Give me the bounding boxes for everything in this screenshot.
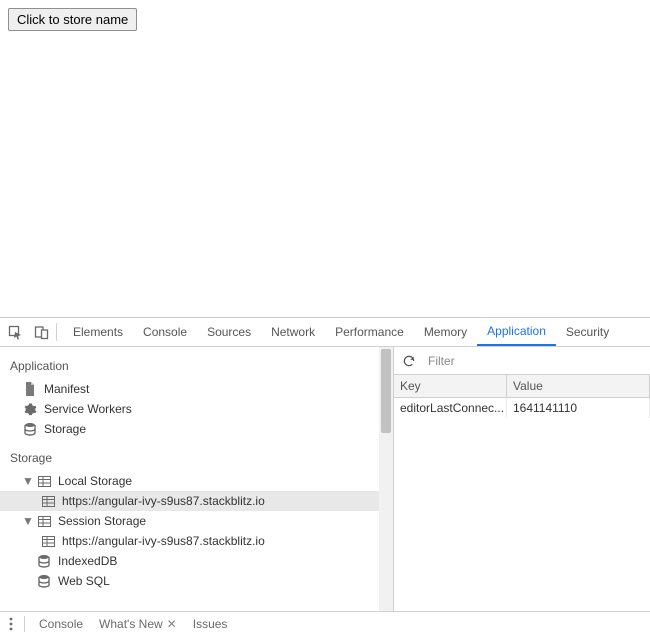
devtools-panel: Elements Console Sources Network Perform…	[0, 317, 650, 635]
table-icon	[40, 536, 56, 547]
drawer-tab-console[interactable]: Console	[31, 613, 91, 635]
sidebar-item-label: https://angular-ivy-s9us87.stackblitz.io	[62, 494, 265, 508]
section-title-storage: Storage	[0, 447, 393, 469]
sidebar-item-storage[interactable]: Storage	[0, 419, 393, 439]
tab-elements[interactable]: Elements	[63, 319, 133, 346]
table-icon	[36, 516, 52, 527]
tab-network[interactable]: Network	[261, 319, 325, 346]
sidebar-item-label: Session Storage	[58, 514, 146, 528]
sidebar-item-label: Service Workers	[44, 402, 132, 416]
sidebar-item-label: Storage	[44, 422, 86, 436]
sidebar-item-service-workers[interactable]: Service Workers	[0, 399, 393, 419]
separator	[56, 323, 57, 341]
column-value[interactable]: Value	[507, 375, 650, 397]
device-toolbar-icon[interactable]	[28, 319, 54, 345]
sidebar-item-label: Manifest	[44, 382, 89, 396]
chevron-down-icon: ▼	[22, 514, 34, 528]
section-title-application: Application	[0, 355, 393, 377]
drawer-tab-whats-new[interactable]: What's New ✕	[91, 613, 185, 635]
page-content: Click to store name	[0, 0, 650, 317]
filter-input[interactable]	[426, 349, 648, 373]
close-icon[interactable]: ✕	[167, 613, 177, 635]
sidebar-item-session-storage[interactable]: ▼ Session Storage	[0, 511, 393, 531]
store-name-button[interactable]: Click to store name	[8, 8, 137, 31]
kebab-menu-icon[interactable]	[0, 612, 22, 635]
cell-key: editorLastConnec...	[394, 398, 507, 418]
inspect-element-icon[interactable]	[2, 319, 28, 345]
devtools-body: Application Manifest Service Workers	[0, 347, 650, 611]
grid-header: Key Value	[394, 375, 650, 398]
file-icon	[22, 382, 38, 396]
cell-value: 1641141110	[507, 398, 650, 418]
scrollbar-thumb[interactable]	[381, 349, 391, 433]
devtools-tabstrip: Elements Console Sources Network Perform…	[0, 318, 650, 347]
application-tree: Manifest Service Workers Storage	[0, 379, 393, 439]
tab-memory[interactable]: Memory	[414, 319, 477, 346]
sidebar-item-local-storage-origin[interactable]: https://angular-ivy-s9us87.stackblitz.io	[0, 491, 393, 511]
sidebar-item-label: https://angular-ivy-s9us87.stackblitz.io	[62, 534, 265, 548]
devtools-drawer: Console What's New ✕ Issues	[0, 611, 650, 635]
gear-icon	[22, 403, 38, 416]
tab-application[interactable]: Application	[477, 318, 556, 346]
separator	[24, 616, 25, 632]
sidebar-item-label: Local Storage	[58, 474, 132, 488]
sidebar-item-indexeddb[interactable]: IndexedDB	[0, 551, 393, 571]
database-icon	[22, 423, 38, 436]
drawer-tab-issues[interactable]: Issues	[185, 613, 236, 635]
storage-detail-panel: Key Value editorLastConnec... 1641141110	[394, 347, 650, 611]
table-icon	[40, 496, 56, 507]
refresh-icon[interactable]	[396, 349, 422, 373]
tab-sources[interactable]: Sources	[197, 319, 261, 346]
sidebar-item-label: Web SQL	[58, 574, 110, 588]
table-icon	[36, 476, 52, 487]
tab-console[interactable]: Console	[133, 319, 197, 346]
storage-toolbar	[394, 347, 650, 375]
sidebar-item-websql[interactable]: Web SQL	[0, 571, 393, 591]
database-icon	[36, 575, 52, 588]
chevron-down-icon: ▼	[22, 474, 34, 488]
drawer-tab-label: What's New	[99, 613, 163, 635]
application-sidebar: Application Manifest Service Workers	[0, 347, 394, 611]
tab-security[interactable]: Security	[556, 319, 619, 346]
sidebar-scrollbar[interactable]	[379, 347, 393, 611]
tab-performance[interactable]: Performance	[325, 319, 414, 346]
grid-body: editorLastConnec... 1641141110	[394, 398, 650, 611]
database-icon	[36, 555, 52, 568]
sidebar-item-session-storage-origin[interactable]: https://angular-ivy-s9us87.stackblitz.io	[0, 531, 393, 551]
sidebar-item-manifest[interactable]: Manifest	[0, 379, 393, 399]
sidebar-item-label: IndexedDB	[58, 554, 117, 568]
sidebar-item-local-storage[interactable]: ▼ Local Storage	[0, 471, 393, 491]
storage-tree: ▼ Local Storage https://angular-ivy-s9us…	[0, 471, 393, 591]
table-row[interactable]: editorLastConnec... 1641141110	[394, 398, 650, 418]
column-key[interactable]: Key	[394, 375, 507, 397]
